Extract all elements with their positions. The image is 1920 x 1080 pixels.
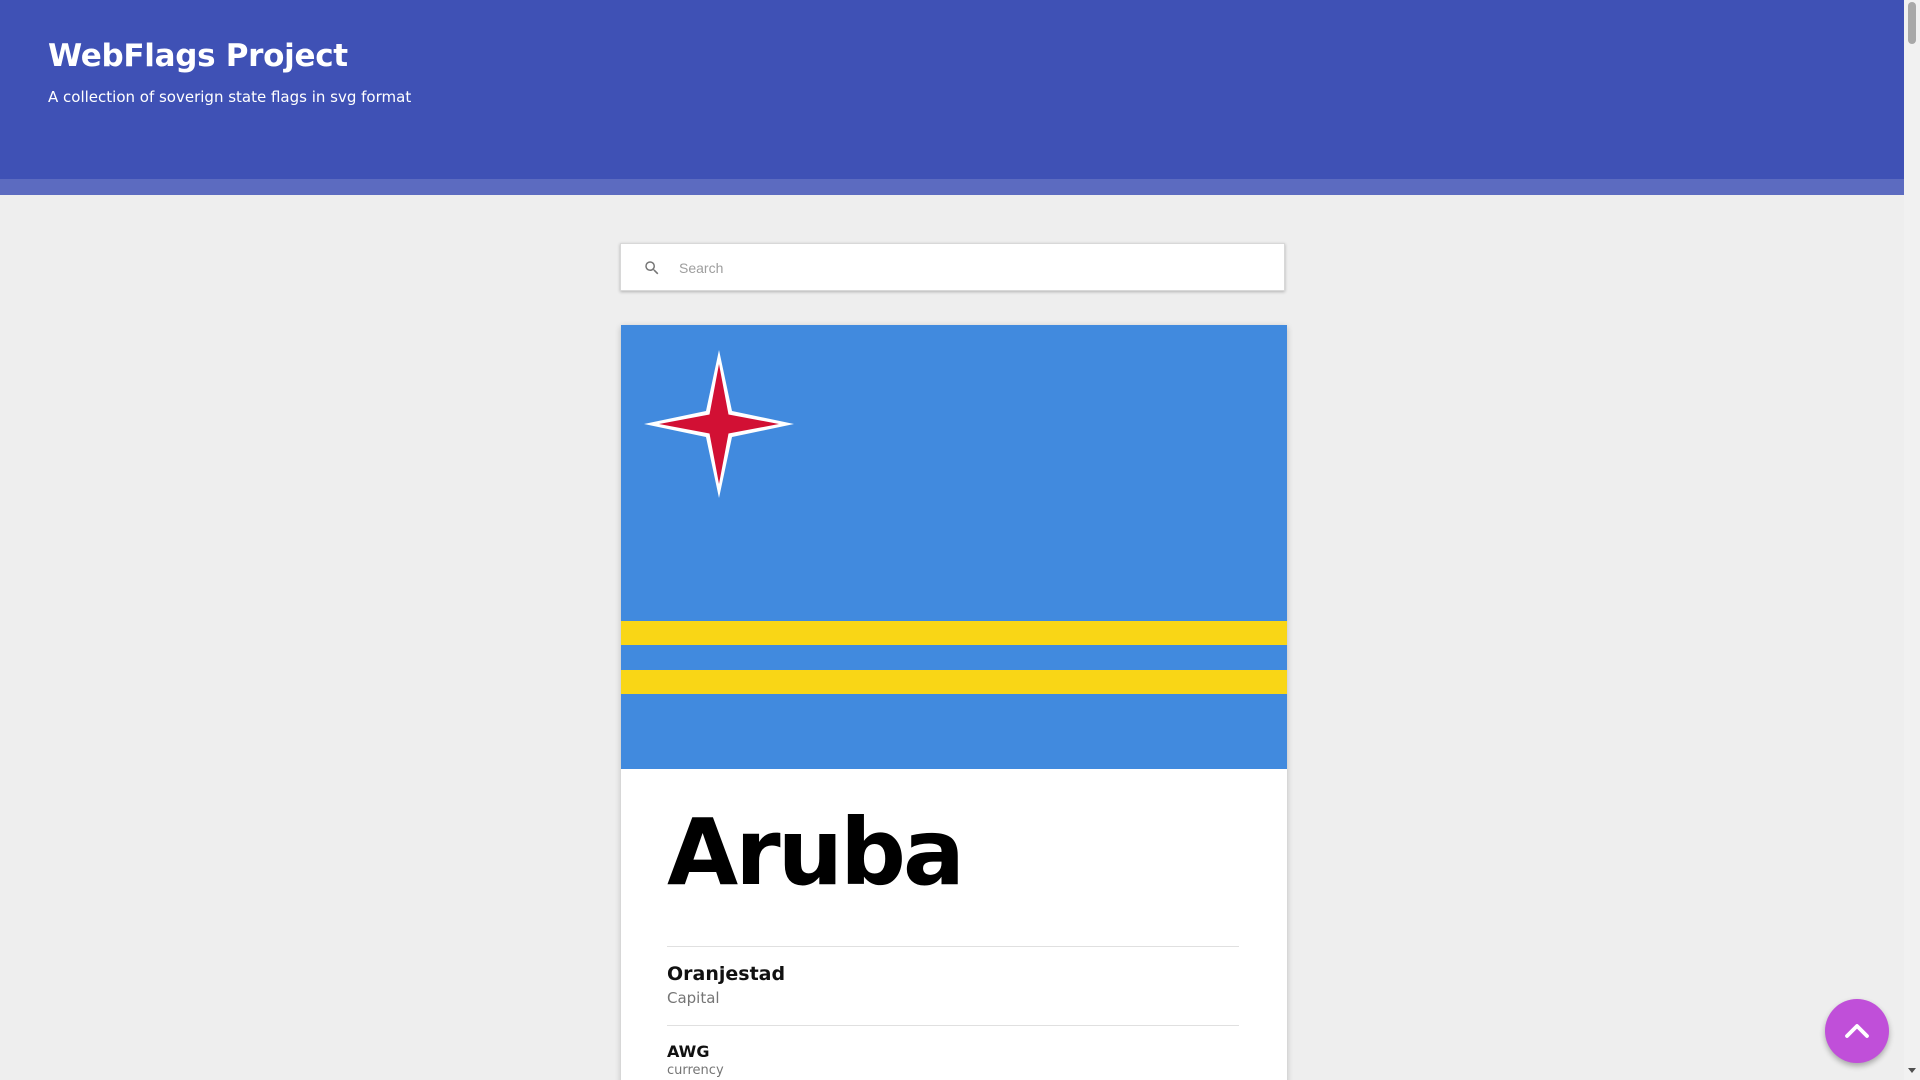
- page: WebFlags Project A collection of soverig…: [0, 0, 1920, 1080]
- flag-stripe-lower: [621, 670, 1287, 694]
- aruba-flag: [621, 325, 1287, 769]
- search-icon: [645, 261, 659, 275]
- divider: [667, 946, 1239, 947]
- page-scrollbar[interactable]: [1904, 0, 1920, 1080]
- search-box[interactable]: [620, 243, 1285, 291]
- site-header: WebFlags Project A collection of soverig…: [0, 0, 1904, 179]
- scrollbar-thumb[interactable]: [1908, 2, 1916, 44]
- scroll-down-arrow-icon[interactable]: [1908, 1068, 1916, 1073]
- divider: [667, 1025, 1239, 1026]
- site-subtitle: A collection of soverign state flags in …: [48, 88, 412, 106]
- capital-label: Capital: [667, 989, 720, 1007]
- site-title: WebFlags Project: [48, 38, 348, 74]
- currency-label: currency: [667, 1063, 724, 1078]
- search-input[interactable]: [677, 252, 1271, 284]
- currency-value: AWG: [667, 1042, 710, 1061]
- country-name: Aruba: [667, 799, 965, 906]
- capital-value: Oranjestad: [667, 963, 786, 985]
- chevron-up-icon: [1845, 1024, 1869, 1038]
- flag-stripe-upper: [621, 621, 1287, 645]
- country-card: Aruba Oranjestad Capital AWG currency: [621, 325, 1287, 1080]
- header-strip: [0, 179, 1904, 195]
- scroll-to-top-button[interactable]: [1825, 999, 1889, 1063]
